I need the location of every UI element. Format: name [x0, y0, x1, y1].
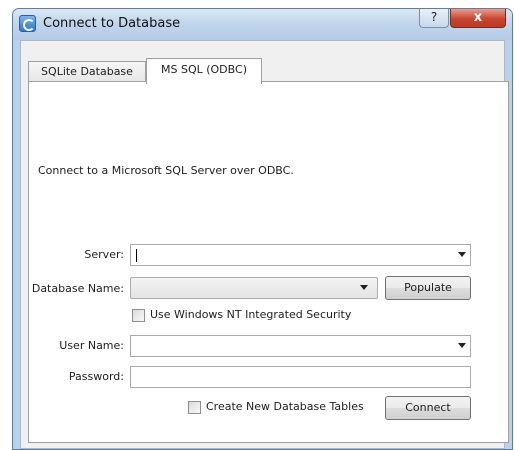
dialog-body: SQLite Database MS SQL (ODBC) Connect to… [20, 40, 509, 449]
password-field[interactable] [130, 366, 471, 388]
create-tables-label[interactable]: Create New Database Tables [206, 400, 364, 413]
database-name-label: Database Name: [31, 282, 124, 295]
connect-button[interactable]: Connect [385, 396, 471, 420]
populate-button[interactable]: Populate [385, 276, 471, 300]
create-tables-checkbox[interactable] [188, 401, 201, 414]
chevron-down-icon[interactable] [458, 343, 466, 348]
app-icon [19, 15, 36, 32]
user-name-label: User Name: [59, 339, 124, 352]
user-name-combobox[interactable] [130, 335, 471, 357]
text-cursor [136, 249, 137, 262]
help-button[interactable]: ? [419, 9, 449, 28]
password-label: Password: [68, 370, 124, 383]
title-bar[interactable]: Connect to Database ? x [13, 9, 512, 40]
tab-sqlite-database[interactable]: SQLite Database [28, 61, 146, 82]
tab-ms-sql-odbc[interactable]: MS SQL (ODBC) [146, 58, 262, 84]
window-title: Connect to Database [43, 16, 181, 31]
database-name-combobox[interactable] [130, 277, 378, 299]
server-label: Server: [84, 248, 124, 261]
integrated-security-label[interactable]: Use Windows NT Integrated Security [150, 308, 351, 321]
tab-panel-ms-sql: Connect to a Microsoft SQL Server over O… [28, 81, 509, 443]
description-text: Connect to a Microsoft SQL Server over O… [38, 164, 294, 177]
connect-dialog: Connect to Database ? x SQLite Database … [12, 8, 513, 450]
close-button[interactable]: x [450, 9, 506, 28]
server-combobox[interactable] [130, 244, 471, 266]
chevron-down-icon[interactable] [458, 252, 466, 257]
tab-strip: SQLite Database MS SQL (ODBC) [28, 58, 488, 84]
chevron-down-icon[interactable] [360, 285, 368, 290]
integrated-security-checkbox[interactable] [132, 309, 145, 322]
